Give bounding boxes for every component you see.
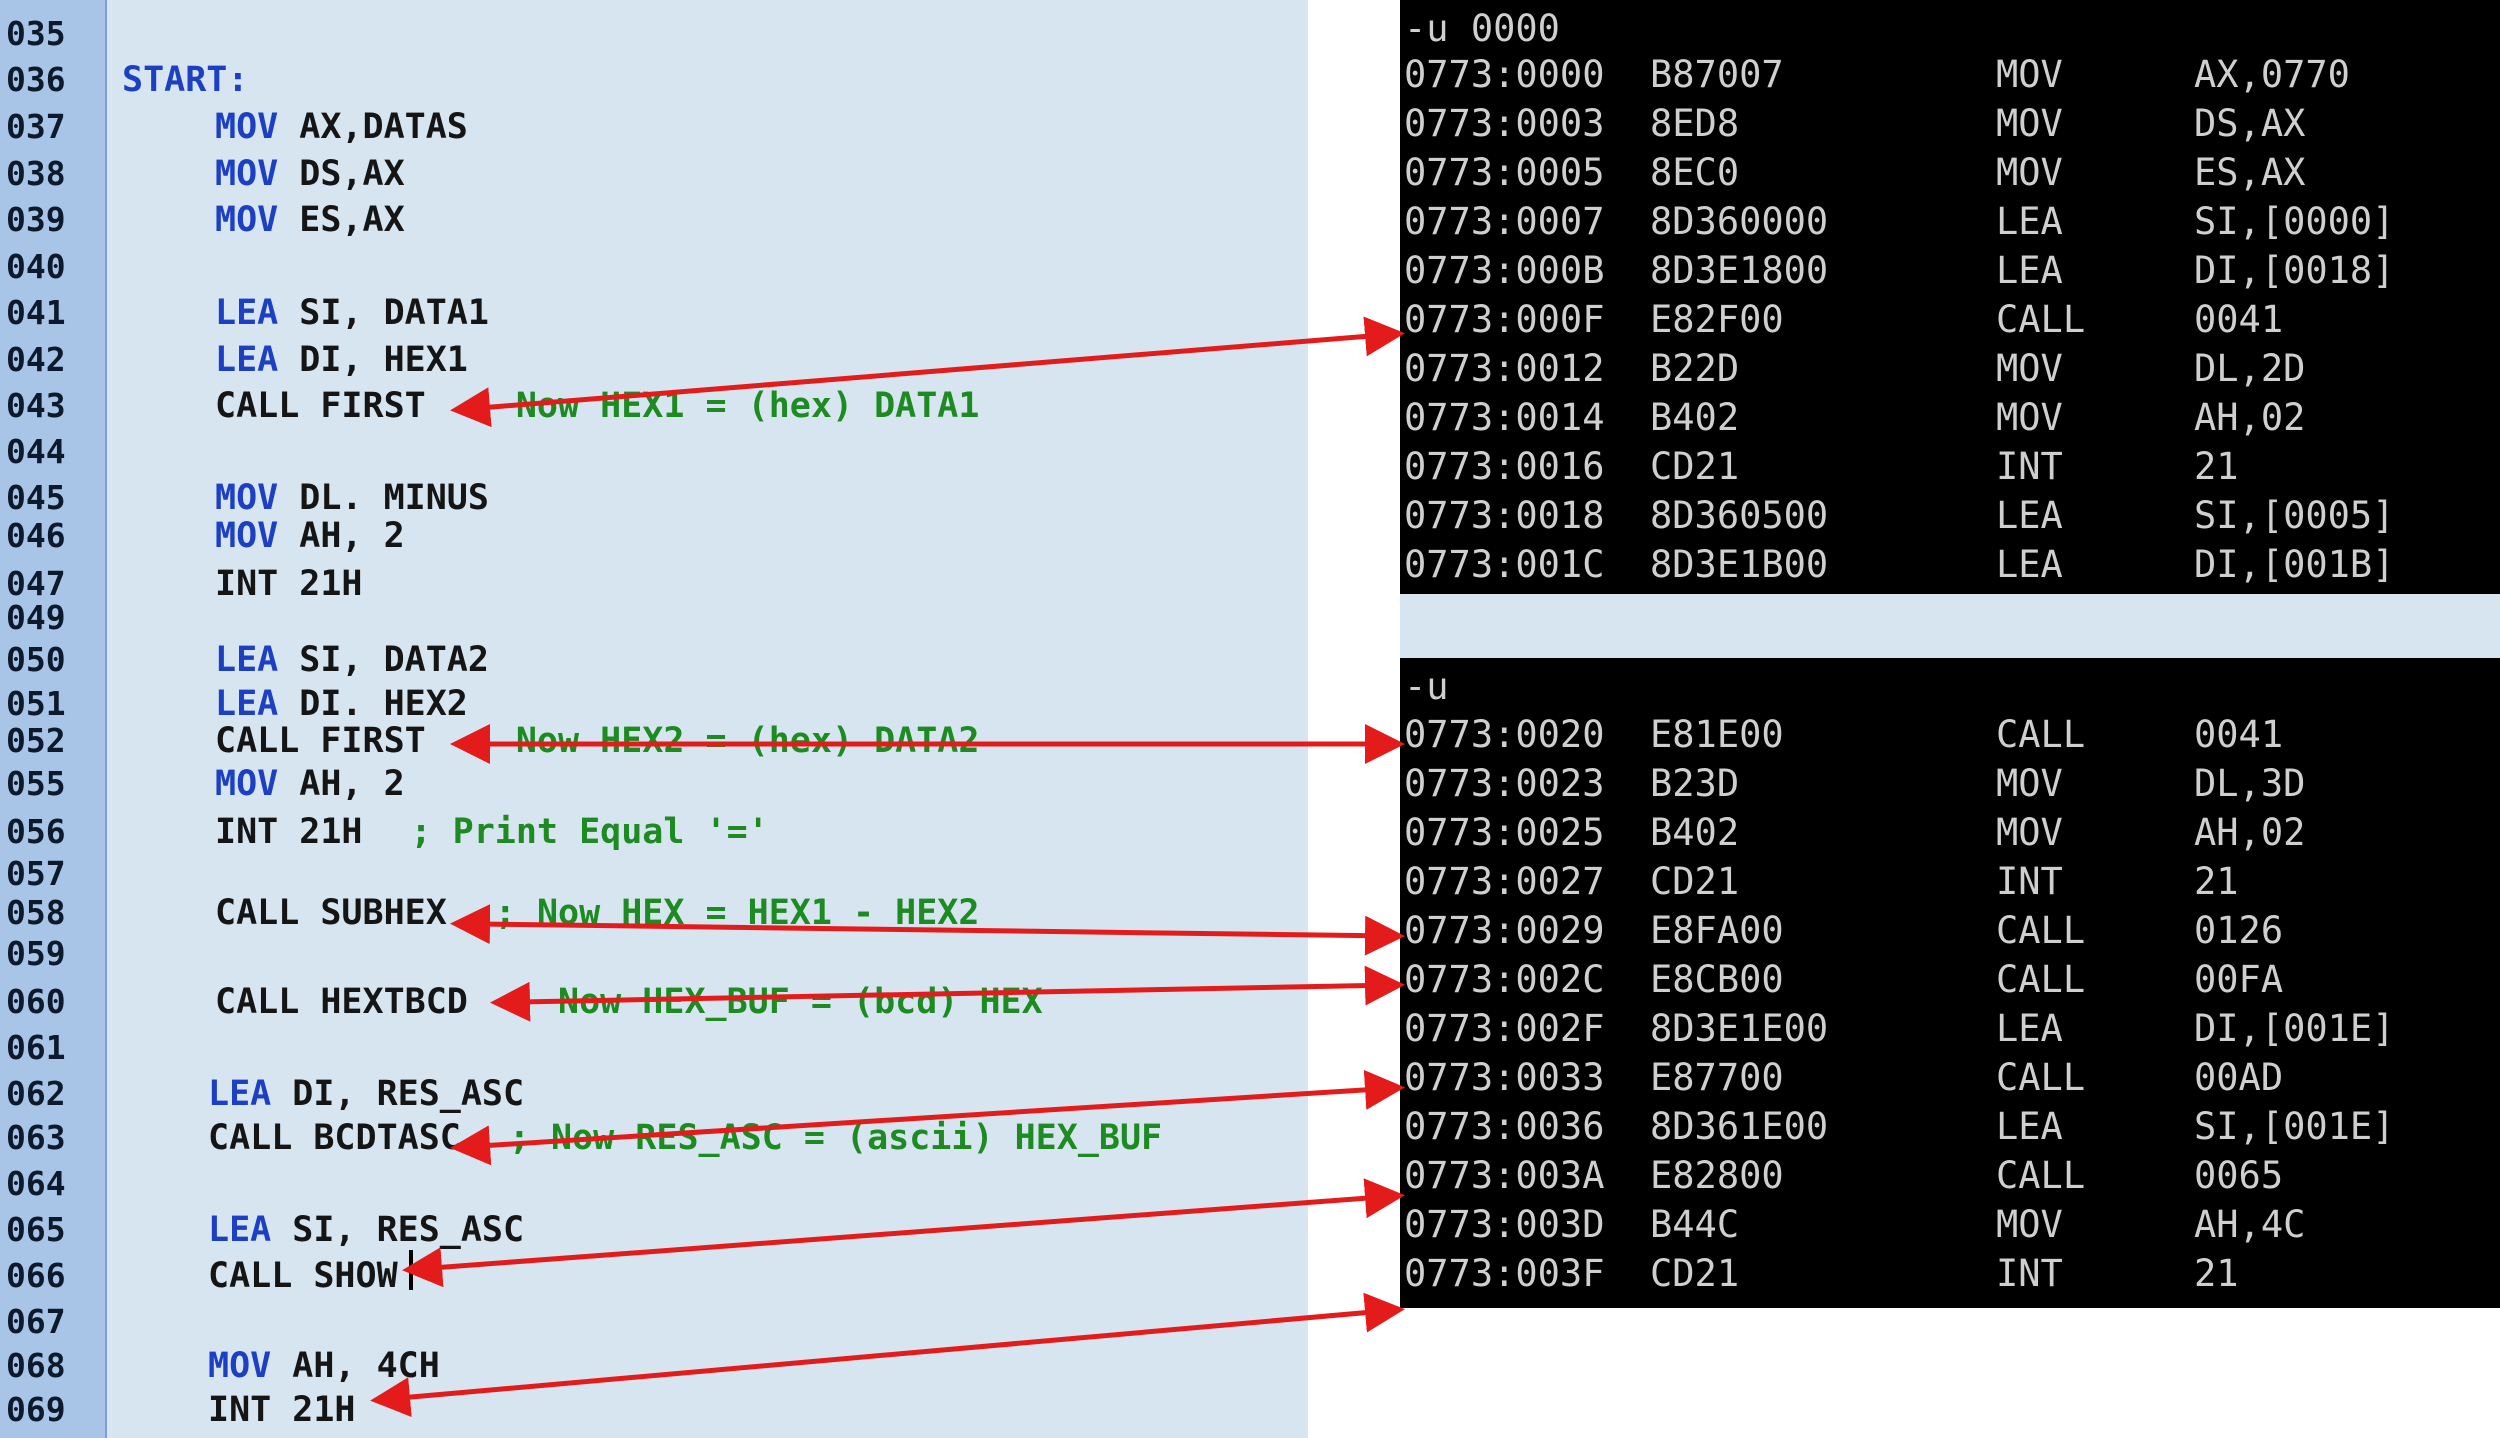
mapping-arrow [450,316,1405,428]
mapping-arrow [450,1069,1405,1166]
mapping-arrow [402,1178,1405,1288]
arrow-overlay [370,316,1405,1418]
mapping-arrow [370,1292,1405,1418]
mapping-arrow [450,904,1405,956]
mapping-arrow [490,965,1405,1022]
